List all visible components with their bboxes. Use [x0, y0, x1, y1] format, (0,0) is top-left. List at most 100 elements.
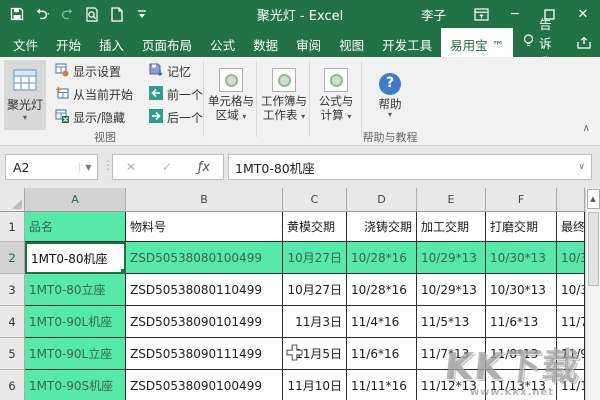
cell[interactable]: 11/1: [557, 370, 585, 400]
show-hide-button[interactable]: 显示/隐藏: [52, 107, 136, 127]
cell[interactable]: 1MT0-90L立座: [25, 338, 126, 370]
next-button[interactable]: 后一个: [146, 107, 206, 127]
row-header-4[interactable]: 4: [0, 306, 25, 338]
cell[interactable]: 物料号: [126, 212, 283, 242]
minimize-button[interactable]: ─: [498, 0, 532, 28]
cell[interactable]: 10/3: [557, 274, 585, 306]
tab-insert[interactable]: 插入: [90, 28, 133, 57]
workbook-worksheet-dropdown[interactable]: 工作簿与 工作表 ▾: [260, 60, 308, 130]
help-button[interactable]: ? 帮助 ▾: [366, 60, 414, 130]
insert-function-icon[interactable]: ƒx: [198, 160, 210, 175]
column-header-C[interactable]: C: [283, 188, 347, 212]
cell[interactable]: 10月27日: [283, 274, 347, 306]
name-box[interactable]: A2 ▼: [5, 154, 98, 180]
cell[interactable]: 打磨交期: [486, 212, 557, 242]
spotlight-toggle-button[interactable]: 聚光灯 ▾: [4, 60, 46, 130]
print-preview-icon[interactable]: [84, 6, 100, 22]
column-header-E[interactable]: E: [417, 188, 486, 212]
undo-icon[interactable]: [34, 6, 50, 22]
close-button[interactable]: ✕: [566, 0, 600, 28]
customize-toolbar-icon[interactable]: [134, 6, 150, 22]
cell[interactable]: 10/29*13: [417, 274, 486, 306]
cell[interactable]: 11/7*13: [417, 338, 486, 370]
cell[interactable]: 11/12*13: [417, 370, 486, 400]
cell[interactable]: 11/13*13: [486, 370, 557, 400]
cell[interactable]: 最终: [557, 212, 585, 242]
cell[interactable]: 1MT0-90L机座: [25, 306, 126, 338]
scrollbar-thumb[interactable]: [588, 212, 599, 286]
row-header-5[interactable]: 5: [0, 338, 25, 370]
previous-arrow-icon: [149, 86, 163, 103]
tab-view[interactable]: 视图: [330, 28, 373, 57]
cell[interactable]: 11/8*13: [486, 338, 557, 370]
row-header-3[interactable]: 3: [0, 274, 25, 306]
display-settings-button[interactable]: 显示设置: [52, 61, 136, 81]
formula-input[interactable]: 1MT0-80机座 ∨: [228, 154, 592, 180]
column-header-B[interactable]: B: [126, 188, 283, 212]
cancel-entry-icon[interactable]: ✕: [126, 160, 136, 174]
cell[interactable]: 11/9: [557, 338, 585, 370]
cell[interactable]: 1MT0-80立座: [25, 274, 126, 306]
vertical-scrollbar[interactable]: ▲: [585, 188, 600, 400]
scroll-up-arrow-icon[interactable]: ▲: [587, 189, 600, 209]
cell[interactable]: 黄模交期: [283, 212, 347, 242]
name-box-dropdown-icon[interactable]: ▼: [79, 163, 97, 172]
cell[interactable]: 加工交期: [417, 212, 486, 242]
tab-file[interactable]: 文件: [4, 28, 47, 57]
cell[interactable]: 10/29*13: [417, 242, 486, 274]
new-file-icon[interactable]: [109, 6, 125, 22]
cell[interactable]: 10/30*13: [486, 274, 557, 306]
cell[interactable]: ZSD50538080110499: [126, 274, 283, 306]
formulas-calc-dropdown[interactable]: 公式与 计算 ▾: [312, 60, 360, 130]
row-header-6[interactable]: 6: [0, 370, 25, 400]
start-from-current-button[interactable]: 从当前开始: [52, 84, 136, 104]
cell[interactable]: 品名: [25, 212, 126, 242]
tab-formulas[interactable]: 公式: [201, 28, 244, 57]
tab-page-layout[interactable]: 页面布局: [133, 28, 201, 57]
cell[interactable]: 10/28*16: [347, 274, 417, 306]
previous-button[interactable]: 前一个: [146, 84, 206, 104]
cell[interactable]: ZSD50538080100499: [126, 242, 283, 274]
tell-me-box[interactable]: 告诉我: [513, 28, 562, 57]
cell[interactable]: 11/7: [557, 306, 585, 338]
cell[interactable]: 浇铸交期: [347, 212, 417, 242]
user-name[interactable]: 李子: [421, 5, 446, 24]
cell[interactable]: 11月10日: [283, 370, 347, 400]
cell[interactable]: 11/6*13: [486, 306, 557, 338]
confirm-entry-icon[interactable]: ✓: [162, 160, 172, 174]
tab-data[interactable]: 数据: [244, 28, 287, 57]
cell[interactable]: 1MT0-90S机座: [25, 370, 126, 400]
column-header-clipped[interactable]: [557, 188, 585, 212]
cells-ranges-dropdown[interactable]: 单元格与 区域 ▾: [207, 60, 255, 130]
cell[interactable]: 10/28*16: [347, 242, 417, 274]
cell[interactable]: ZSD50538090111499: [126, 338, 283, 370]
cell[interactable]: 11/5*13: [417, 306, 486, 338]
expand-formula-bar-icon[interactable]: ∨: [578, 162, 591, 172]
cell[interactable]: 11/11*16: [347, 370, 417, 400]
cell[interactable]: 11/6*16: [347, 338, 417, 370]
column-header-A[interactable]: A: [25, 188, 126, 212]
tab-developer[interactable]: 开发工具: [373, 28, 441, 57]
active-cell-A2[interactable]: 1MT0-80机座: [25, 242, 126, 274]
cell[interactable]: 10/30*13: [486, 242, 557, 274]
cell[interactable]: ZSD50538090100499: [126, 370, 283, 400]
share-icon[interactable]: [562, 28, 600, 57]
ribbon-display-options-icon[interactable]: [464, 0, 498, 28]
memory-button[interactable]: 记忆: [146, 61, 206, 81]
column-header-D[interactable]: D: [347, 188, 417, 212]
cell[interactable]: 10月27日: [283, 242, 347, 274]
cell[interactable]: ZSD50538090101499: [126, 306, 283, 338]
row-header-2[interactable]: 2: [0, 242, 25, 274]
select-all-corner[interactable]: [0, 188, 25, 212]
tab-home[interactable]: 开始: [47, 28, 90, 57]
row-header-1[interactable]: 1: [0, 212, 25, 242]
tab-yiyongbao-active[interactable]: 易用宝 ™: [441, 28, 513, 57]
cell[interactable]: 11/4*16: [347, 306, 417, 338]
cell[interactable]: 10/3: [557, 242, 585, 274]
column-header-F[interactable]: F: [486, 188, 557, 212]
save-icon[interactable]: [9, 6, 25, 22]
redo-icon[interactable]: [59, 6, 75, 22]
tab-review[interactable]: 审阅: [287, 28, 330, 57]
cell[interactable]: 11月3日: [283, 306, 347, 338]
collapse-ribbon-icon[interactable]: ∧: [583, 123, 590, 134]
